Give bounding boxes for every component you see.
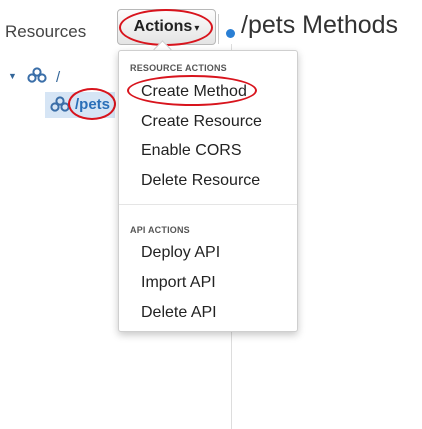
actions-button-label: Actions [133, 18, 193, 35]
toolbar-separator [218, 14, 219, 44]
caret-down-icon: ▾ [194, 22, 200, 34]
menu-section-header-resource: RESOURCE ACTIONS [130, 63, 227, 73]
actions-dropdown-menu: RESOURCE ACTIONS Create Method Create Re… [118, 50, 298, 332]
menu-item-enable-cors[interactable]: Enable CORS [141, 142, 242, 160]
status-dot-icon [226, 29, 235, 38]
menu-item-import-api[interactable]: Import API [141, 274, 216, 292]
menu-item-delete-resource[interactable]: Delete Resource [141, 172, 260, 190]
menu-item-create-resource[interactable]: Create Resource [141, 113, 262, 131]
menu-item-deploy-api[interactable]: Deploy API [141, 244, 220, 262]
menu-item-delete-api[interactable]: Delete API [141, 304, 217, 322]
menu-divider [119, 204, 297, 205]
tree-item-root[interactable]: / [56, 69, 60, 86]
resource-tree-icon [27, 67, 47, 88]
menu-item-create-method[interactable]: Create Method [141, 83, 247, 101]
menu-section-header-api: API ACTIONS [130, 225, 190, 235]
resources-heading: Resources [5, 22, 87, 41]
page-title: /pets Methods [241, 11, 399, 39]
tree-expand-caret-icon[interactable]: ▼ [8, 71, 17, 81]
resource-tree-icon [50, 96, 70, 117]
tree-item-pets[interactable]: /pets [75, 96, 110, 113]
actions-button[interactable]: Actions ▾ [117, 9, 216, 45]
